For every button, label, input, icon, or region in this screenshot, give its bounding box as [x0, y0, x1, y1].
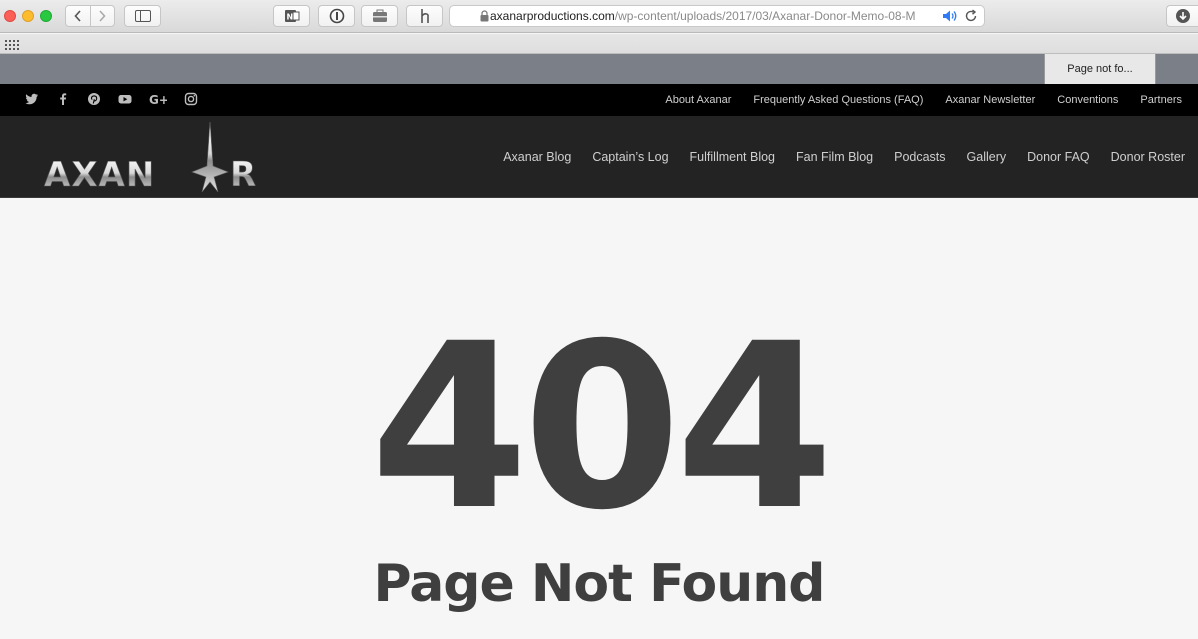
favorites-bar [0, 34, 1198, 54]
sidebar-icon [134, 10, 151, 22]
top-link-partners[interactable]: Partners [1140, 94, 1182, 106]
url-host: axanarproductions.com [490, 9, 615, 23]
nav-captains-log[interactable]: Captain’s Log [592, 150, 668, 164]
svg-text:R: R [230, 155, 256, 195]
top-link-about-axanar[interactable]: About Axanar [665, 94, 731, 106]
zoom-window-button[interactable] [40, 10, 52, 22]
tab-page-not-found[interactable]: Page not fo... [1044, 54, 1156, 84]
honey-extension-button[interactable] [406, 5, 443, 27]
tab-bar: Page not fo... [0, 54, 1198, 84]
reload-icon[interactable] [964, 9, 978, 23]
youtube-icon[interactable] [118, 92, 132, 106]
svg-text:G+: G+ [149, 93, 167, 106]
download-icon [1175, 9, 1190, 23]
facebook-icon[interactable] [56, 92, 70, 106]
extension-button[interactable] [361, 5, 398, 27]
downloads-button[interactable] [1166, 5, 1198, 27]
error-code: 404 [370, 294, 834, 560]
sidebar-button[interactable] [124, 5, 161, 27]
svg-text:AXAN: AXAN [44, 155, 155, 195]
history-nav [65, 5, 115, 27]
onenote-extension-button[interactable]: N [273, 5, 310, 27]
nav-donor-roster[interactable]: Donor Roster [1111, 150, 1185, 164]
chevron-left-icon [74, 10, 81, 22]
nav-fulfillment-blog[interactable]: Fulfillment Blog [690, 150, 775, 164]
svg-text:N: N [286, 13, 293, 22]
h-extension-icon [420, 9, 429, 23]
top-link-conventions[interactable]: Conventions [1057, 94, 1118, 106]
axanar-logo[interactable]: AXAN R [42, 121, 270, 201]
password-manager-button[interactable] [318, 5, 355, 27]
url-path: /wp-content/uploads/2017/03/Axanar-Donor… [614, 9, 916, 23]
browser-toolbar: N axanarproductions.com/wp-content/uploa… [0, 0, 1198, 33]
minimize-window-button[interactable] [22, 10, 34, 22]
forward-button[interactable] [89, 6, 115, 26]
close-window-button[interactable] [4, 10, 16, 22]
top-links: About Axanar Frequently Asked Questions … [643, 84, 1182, 116]
instagram-icon[interactable] [184, 92, 198, 106]
twitter-icon[interactable] [25, 92, 39, 106]
toolbox-icon [372, 9, 387, 22]
main-navigation: AXAN R Axanar Blog Captain’s Log Fulfill… [0, 116, 1198, 198]
back-button[interactable] [66, 6, 90, 26]
lock-icon [480, 10, 489, 22]
error-content: 404 Page Not Found [0, 199, 1198, 639]
chevron-right-icon [99, 10, 106, 22]
social-links: G+ [25, 92, 215, 107]
onepassword-icon [329, 8, 344, 24]
google-plus-icon[interactable]: G+ [149, 92, 169, 107]
grid-icon[interactable] [5, 40, 19, 50]
nav-donor-faq[interactable]: Donor FAQ [1027, 150, 1090, 164]
speaker-icon[interactable] [942, 9, 958, 23]
nav-fan-film-blog[interactable]: Fan Film Blog [796, 150, 873, 164]
pinterest-icon[interactable] [87, 92, 101, 106]
nav-gallery[interactable]: Gallery [967, 150, 1007, 164]
nav-axanar-blog[interactable]: Axanar Blog [503, 150, 571, 164]
onenote-icon: N [284, 10, 299, 22]
address-bar[interactable]: axanarproductions.com/wp-content/uploads… [449, 5, 985, 27]
error-message: Page Not Found [373, 554, 825, 614]
nav-links: Axanar Blog Captain’s Log Fulfillment Bl… [482, 116, 1185, 198]
site-top-bar: G+ About Axanar Frequently Asked Questio… [0, 84, 1198, 116]
nav-podcasts[interactable]: Podcasts [894, 150, 945, 164]
top-link-newsletter[interactable]: Axanar Newsletter [945, 94, 1035, 106]
top-link-faq[interactable]: Frequently Asked Questions (FAQ) [753, 94, 923, 106]
